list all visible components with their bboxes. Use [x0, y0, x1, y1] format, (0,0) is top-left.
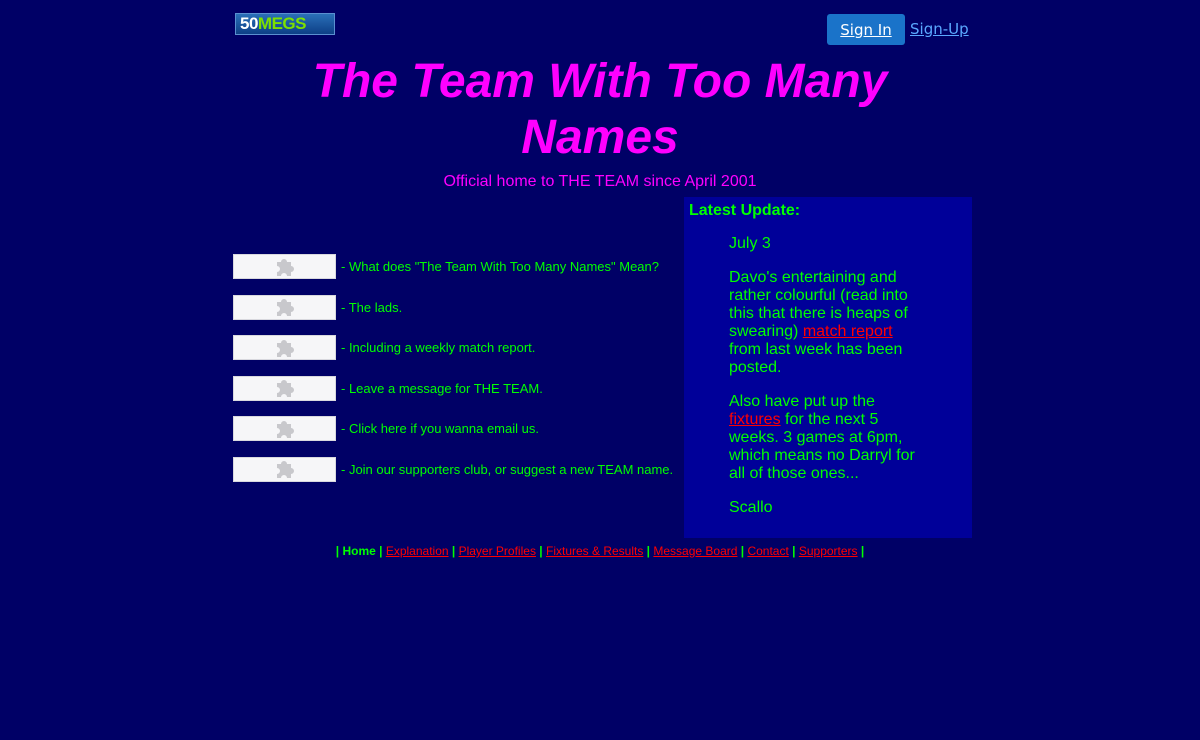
- sign-in-button[interactable]: Sign In: [827, 14, 905, 45]
- nav-item-players: - The lads.: [233, 294, 673, 320]
- page: 50 MEGS Sign In Sign-Up The Team With Too…: [0, 0, 1200, 740]
- match-report-link[interactable]: match report: [803, 323, 893, 340]
- nav-item-contact: - Click here if you wanna email us.: [233, 416, 673, 442]
- nav-item-message-board: - Leave a message for THE TEAM.: [233, 375, 673, 401]
- nav-text-players: - The lads.: [341, 299, 403, 315]
- fixtures-link[interactable]: fixtures: [729, 411, 781, 428]
- footer-current-home: Home: [342, 544, 376, 558]
- footer-link-contact[interactable]: Contact: [747, 544, 788, 558]
- footer-link-fixtures-results[interactable]: Fixtures & Results: [546, 544, 643, 558]
- puzzle-icon: [276, 461, 294, 479]
- update-text: Also have put up the: [729, 393, 875, 410]
- latest-update-heading: Latest Update:: [689, 202, 801, 219]
- puzzle-icon: [276, 380, 294, 398]
- footer-link-player-profiles[interactable]: Player Profiles: [459, 544, 536, 558]
- logo-word: MEGS: [257, 14, 307, 33]
- nav-image-contact[interactable]: [233, 416, 336, 442]
- footer-link-message-board[interactable]: Message Board: [653, 544, 737, 558]
- puzzle-icon: [276, 258, 294, 276]
- update-paragraph-1: Davo's entertaining and rather colourful…: [729, 269, 924, 377]
- 50megs-logo[interactable]: 50 MEGS: [235, 13, 335, 35]
- nav-text-explanation: - What does "The Team With Too Many Name…: [341, 259, 659, 274]
- logo-number: 50: [240, 14, 258, 33]
- nav-item-supporters: - Join our supporters club, or suggest a…: [233, 456, 674, 482]
- update-date: July 3: [729, 235, 771, 252]
- footer-nav: | Home | Explanation | Player Profiles |…: [335, 544, 865, 558]
- sign-up-link[interactable]: Sign-Up: [910, 20, 969, 38]
- nav-list: - What does "The Team With Too Many Name…: [233, 254, 673, 498]
- footer-link-supporters[interactable]: Supporters: [799, 544, 858, 558]
- footer-link-explanation[interactable]: Explanation: [386, 544, 449, 558]
- update-paragraph-2: Also have put up the fixtures for the ne…: [729, 393, 924, 483]
- nav-item-fixtures: - Including a weekly match report.: [233, 335, 673, 361]
- update-text: from last week has been posted.: [729, 341, 903, 376]
- latest-update-body: July 3 Davo's entertaining and rather co…: [729, 235, 924, 533]
- nav-image-fixtures[interactable]: [233, 335, 336, 361]
- nav-text-contact: - Click here if you wanna email us.: [341, 421, 539, 437]
- nav-item-explanation: - What does "The Team With Too Many Name…: [233, 254, 673, 279]
- page-subtitle: Official home to THE TEAM since April 20…: [443, 173, 757, 190]
- puzzle-icon: [276, 299, 294, 317]
- update-signature: Scallo: [729, 499, 773, 516]
- nav-text-message-board: - Leave a message for THE TEAM.: [341, 380, 543, 396]
- nav-image-supporters[interactable]: [233, 456, 336, 482]
- nav-text-supporters: - Join our supporters club, or suggest a…: [341, 461, 674, 477]
- puzzle-icon: [276, 420, 294, 438]
- latest-update-panel: Latest Update: July 3 Davo's entertainin…: [684, 197, 972, 538]
- page-title: The Team With Too Many Names: [312, 55, 888, 164]
- nav-image-explanation[interactable]: [233, 254, 336, 279]
- puzzle-icon: [276, 339, 294, 357]
- nav-image-message-board[interactable]: [233, 375, 336, 401]
- nav-text-fixtures: - Including a weekly match report.: [341, 340, 536, 356]
- nav-image-players[interactable]: [233, 294, 336, 320]
